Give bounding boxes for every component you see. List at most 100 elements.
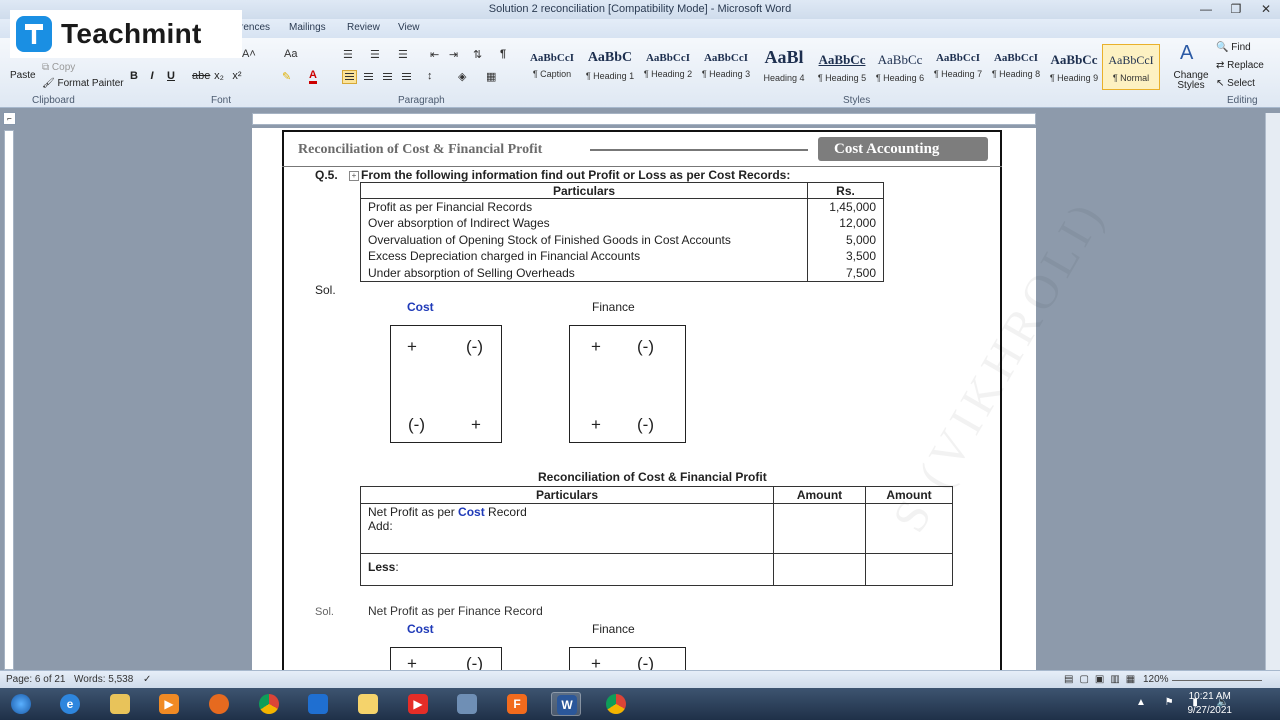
clock[interactable]: 10:21 AM 9/27/2021	[1188, 690, 1233, 718]
table-header-row: Particulars Rs.	[360, 182, 884, 199]
numbering-icon[interactable]: ☰	[370, 48, 380, 61]
style-heading-3[interactable]: AaBbCcI ¶ Heading 3	[698, 44, 754, 90]
word-icon: W	[557, 695, 577, 715]
table-cell: Overvaluation of Opening Stock of Finish…	[360, 231, 808, 248]
window-controls: — ❐ ✕	[1198, 0, 1274, 19]
taskbar-chrome[interactable]	[254, 692, 284, 716]
tab-review[interactable]: Review	[347, 22, 380, 33]
table-move-handle-icon[interactable]: +	[349, 171, 359, 181]
firefox-icon	[209, 694, 229, 714]
finance-plus-top: +	[591, 337, 601, 356]
replace-button[interactable]: ⇄ Replace	[1216, 60, 1264, 71]
increase-indent-icon[interactable]: ⇥	[449, 48, 458, 61]
close-button[interactable]: ✕	[1258, 0, 1274, 19]
question-text: From the following information find out …	[361, 168, 791, 182]
tab-mailings[interactable]: Mailings	[289, 22, 326, 33]
grow-font-button[interactable]: A˄	[242, 48, 256, 60]
zoom-level[interactable]: 120%	[1143, 674, 1169, 685]
proofing-icon[interactable]: ✓	[143, 674, 151, 685]
foxit-icon: F	[507, 694, 527, 714]
align-center-button[interactable]	[361, 70, 376, 84]
style-heading-1[interactable]: AaBbC ¶ Heading 1	[582, 44, 638, 90]
horizontal-ruler[interactable]	[252, 113, 1036, 125]
finance-minus-top: (-)	[637, 337, 654, 356]
replace-label: Replace	[1227, 60, 1264, 71]
style-sample: AaBl	[764, 47, 804, 67]
borders-icon[interactable]: ▦	[486, 70, 496, 83]
taskbar-folder[interactable]	[353, 692, 383, 716]
zoom-slider[interactable]	[1172, 680, 1262, 681]
tab-references[interactable]: rences	[240, 22, 270, 33]
strikethrough-button[interactable]: abe	[192, 70, 210, 82]
taskbar-word[interactable]: W	[551, 692, 581, 716]
find-button[interactable]: 🔍 Find	[1216, 42, 1251, 53]
table-row: Overvaluation of Opening Stock of Finish…	[360, 231, 884, 248]
word-count[interactable]: Words: 5,538	[74, 674, 133, 685]
table-header-amount: Amount	[773, 486, 866, 504]
style-heading-8[interactable]: AaBbCcI ¶ Heading 8	[988, 44, 1044, 90]
page-count[interactable]: Page: 6 of 21	[6, 674, 66, 685]
taskbar-firefox[interactable]	[204, 692, 234, 716]
taskbar-foxit[interactable]: F	[502, 692, 532, 716]
vertical-scrollbar[interactable]	[1265, 113, 1280, 670]
vertical-ruler[interactable]	[4, 130, 14, 670]
table-cell: Net Profit as per Cost Record Add:	[360, 503, 774, 554]
copy-button[interactable]: ⧉ Copy	[42, 62, 75, 73]
superscript-button[interactable]: x²	[230, 70, 244, 82]
line-spacing-icon[interactable]: ↕	[427, 70, 433, 82]
decrease-indent-icon[interactable]: ⇤	[430, 48, 439, 61]
multilevel-list-icon[interactable]: ☰	[398, 48, 408, 61]
taskbar-chrome-2[interactable]	[601, 692, 631, 716]
teachmint-logo-icon	[16, 16, 52, 52]
taskbar-ie[interactable]: e	[55, 692, 85, 716]
tab-view[interactable]: View	[398, 22, 420, 33]
style-heading-7[interactable]: AaBbCcI ¶ Heading 7	[930, 44, 986, 90]
select-button[interactable]: ↖ Select	[1216, 78, 1255, 89]
style-heading-6[interactable]: AaBbCc ¶ Heading 6	[872, 44, 928, 90]
taskbar-files[interactable]	[452, 692, 482, 716]
change-styles-button[interactable]: Change Styles	[1172, 71, 1210, 91]
ruler-toggle-button[interactable]: ⌐	[3, 112, 16, 125]
table-cell: Over absorption of Indirect Wages	[360, 215, 808, 232]
cost-plus-top: +	[407, 337, 417, 356]
style-heading-9[interactable]: AaBbCc ¶ Heading 9	[1046, 44, 1102, 90]
view-buttons[interactable]: ▤▢▣▥▦	[1064, 674, 1141, 685]
taskbar-explorer[interactable]	[105, 692, 135, 716]
find-label: Find	[1231, 42, 1251, 53]
sort-icon[interactable]: ⇅	[473, 48, 482, 61]
format-painter-button[interactable]: 🖌 Format Painter	[42, 78, 124, 89]
taskbar-youtube[interactable]: ▶	[403, 692, 433, 716]
document-page[interactable]: S (VIKHROLI) Reconciliation of Cost & Fi…	[252, 128, 1116, 677]
change-styles-icon[interactable]: A	[1180, 42, 1193, 65]
style-caption[interactable]: AaBbCcI ¶ Caption	[524, 44, 580, 90]
underline-button[interactable]: U	[164, 70, 178, 82]
highlight-icon[interactable]: ✎	[282, 70, 291, 83]
header-right-badge: Cost Accounting	[818, 137, 988, 161]
taskbar-media-player[interactable]: ▶	[154, 692, 184, 716]
youtube-icon: ▶	[408, 694, 428, 714]
align-left-button[interactable]	[342, 70, 357, 84]
style-heading-4[interactable]: AaBl Heading 4	[756, 44, 812, 90]
italic-button[interactable]: I	[145, 70, 159, 82]
shading-icon[interactable]: ◈	[458, 70, 466, 83]
bullets-icon[interactable]: ☰	[343, 48, 353, 61]
justify-button[interactable]	[399, 70, 414, 84]
taskbar-app-blue[interactable]	[303, 692, 333, 716]
show-formatting-icon[interactable]: ¶	[500, 48, 506, 60]
table-cell	[773, 553, 866, 586]
maximize-button[interactable]: ❐	[1228, 0, 1244, 19]
minimize-button[interactable]: —	[1198, 0, 1214, 19]
change-case-button[interactable]: Aa	[284, 48, 297, 60]
start-button[interactable]	[4, 692, 38, 716]
align-right-button[interactable]	[380, 70, 395, 84]
style-heading-2[interactable]: AaBbCcI ¶ Heading 2	[640, 44, 696, 90]
font-color-icon[interactable]: A	[309, 69, 317, 84]
bold-button[interactable]: B	[127, 70, 141, 82]
style-heading-5[interactable]: AaBbCc ¶ Heading 5	[814, 44, 870, 90]
style-name: ¶ Heading 2	[643, 69, 693, 79]
paste-button[interactable]: Paste	[10, 70, 36, 81]
subscript-button[interactable]: x₂	[212, 70, 226, 82]
folder-icon	[110, 694, 130, 714]
style-normal[interactable]: AaBbCcI ¶ Normal	[1102, 44, 1160, 90]
table-cell: Under absorption of Selling Overheads	[360, 264, 808, 282]
